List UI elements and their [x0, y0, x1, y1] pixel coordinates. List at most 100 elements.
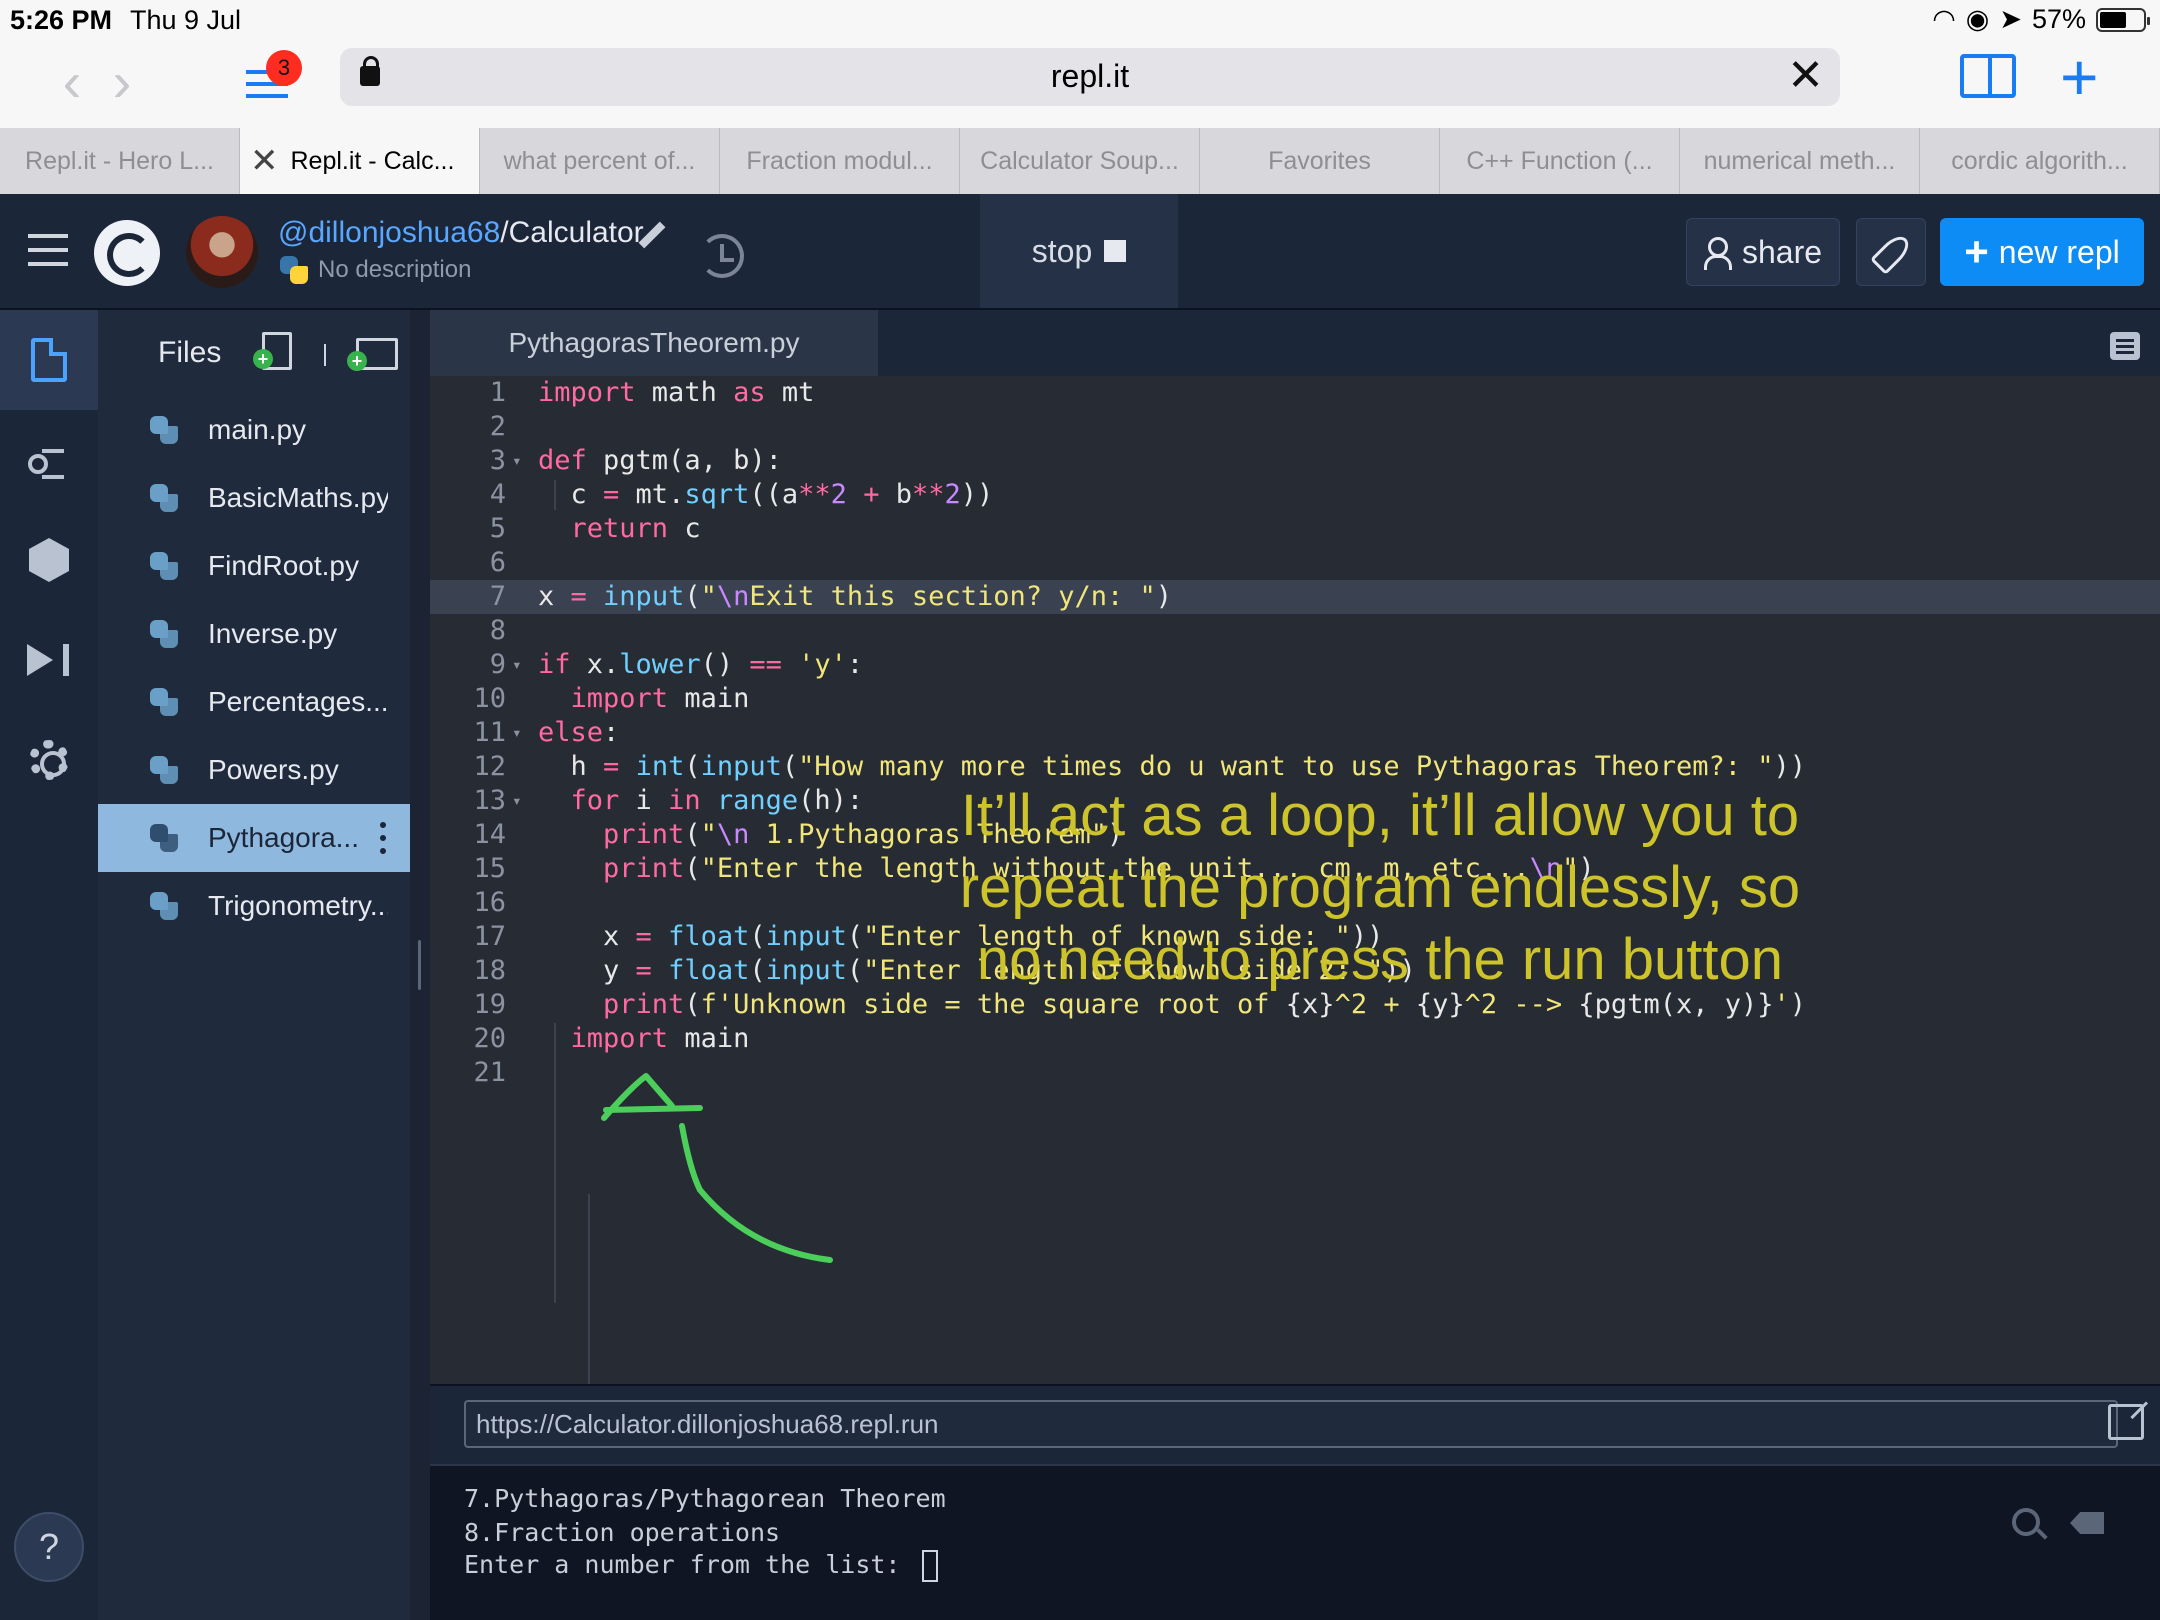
- search-icon[interactable]: [2012, 1508, 2040, 1536]
- book-icon[interactable]: [1960, 54, 2016, 98]
- browser-tab[interactable]: Favorites: [1200, 128, 1440, 194]
- sidebar-item-settings[interactable]: [0, 710, 98, 810]
- browser-tab[interactable]: cordic algorith...: [1920, 128, 2160, 194]
- code-line[interactable]: 8: [430, 614, 2160, 648]
- tab-list-button[interactable]: 3: [240, 50, 302, 112]
- browser-tab-label: C++ Function (...: [1466, 146, 1653, 175]
- browser-tab-label: what percent of...: [503, 146, 696, 175]
- backspace-icon[interactable]: [2070, 1512, 2104, 1534]
- help-button[interactable]: ?: [14, 1512, 84, 1582]
- browser-tab[interactable]: Fraction modul...: [720, 128, 960, 194]
- repl-owner[interactable]: @dillonjoshua68: [278, 216, 500, 249]
- browser-tab[interactable]: what percent of...: [480, 128, 720, 194]
- browser-tab-label: Repl.it - Hero L...: [25, 146, 214, 175]
- package-icon: [29, 538, 69, 582]
- stop-button[interactable]: stop: [980, 194, 1178, 308]
- browser-tab[interactable]: numerical meth...: [1680, 128, 1920, 194]
- file-item[interactable]: Inverse.py: [98, 600, 410, 668]
- history-icon[interactable]: [700, 234, 744, 278]
- file-item[interactable]: Trigonometry...: [98, 872, 410, 940]
- code-line[interactable]: 3 ▾ def pgtm(a, b):: [430, 444, 2160, 478]
- python-file-icon: [150, 416, 178, 444]
- stop-square-icon: [1104, 240, 1127, 262]
- file-item[interactable]: FindRoot.py: [98, 532, 410, 600]
- close-icon[interactable]: ✕: [1787, 54, 1824, 98]
- console-cursor: [921, 1550, 938, 1582]
- status-time: 5:26 PM: [10, 5, 113, 35]
- new-tab-plus-icon[interactable]: +: [2060, 44, 2099, 110]
- pencil-icon[interactable]: [638, 222, 666, 250]
- code-line[interactable]: 4 c = mt.sqrt((a**2 + b**2)): [430, 478, 2160, 512]
- sidebar-item-files[interactable]: [0, 310, 98, 410]
- browser-tab-label: numerical meth...: [1703, 146, 1896, 175]
- console[interactable]: 7.Pythagoras/Pythagorean Theorem 8.Fract…: [430, 1464, 2160, 1620]
- console-prompt[interactable]: Enter a number from the list:: [464, 1550, 938, 1582]
- add-person-icon: [1703, 237, 1734, 270]
- file-name: Trigonometry...: [208, 890, 388, 921]
- console-toggle-icon[interactable]: [2110, 332, 2140, 360]
- editor-tab[interactable]: PythagorasTheorem.py: [430, 310, 878, 376]
- status-bar: 5:26 PM Thu 9 Jul ◠ ◉ ➤ 57%: [0, 0, 2160, 40]
- new-repl-label: new repl: [1998, 233, 2120, 270]
- code-line-active[interactable]: 7x = input("\nExit this section? y/n: "): [430, 580, 2160, 614]
- forward-icon[interactable]: ›: [92, 52, 152, 112]
- file-list: main.py BasicMaths.py FindRoot.py Invers…: [98, 396, 410, 940]
- replit-header: @dillonjoshua68/Calculator No descriptio…: [0, 194, 2160, 310]
- panel-resize-handle[interactable]: [418, 940, 421, 990]
- webview-url-input[interactable]: https://Calculator.dillonjoshua68.repl.r…: [464, 1400, 2118, 1448]
- sidebar-item-packages[interactable]: [0, 510, 98, 610]
- sidebar-item-version-control[interactable]: [0, 410, 98, 510]
- code-line[interactable]: 1 import math as mt: [430, 376, 2160, 410]
- python-file-icon: [150, 484, 178, 512]
- browser-tab[interactable]: C++ Function (...: [1440, 128, 1680, 194]
- file-item-active[interactable]: Pythagora...: [98, 804, 410, 872]
- more-options-icon[interactable]: [380, 822, 386, 854]
- share-button[interactable]: share: [1686, 218, 1840, 286]
- file-name: Inverse.py: [208, 618, 338, 649]
- close-tab-icon[interactable]: ✕: [250, 141, 279, 181]
- new-file-icon[interactable]: [253, 332, 292, 370]
- annotation-line: It’ll act as a loop, it’ll allow you to: [960, 783, 1800, 848]
- replit-logo-icon[interactable]: [94, 220, 160, 286]
- code-line[interactable]: 12 h = int(input("How many more times do…: [430, 750, 2160, 784]
- repl-name[interactable]: /Calculator: [500, 216, 643, 249]
- annotation-line: no need to press the run button: [976, 927, 1784, 992]
- code-line[interactable]: 20 import main: [430, 1022, 2160, 1056]
- browser-tab-label: Calculator Soup...: [980, 146, 1179, 175]
- external-link-icon[interactable]: [2108, 1404, 2144, 1440]
- rocket-icon[interactable]: [1856, 218, 1926, 286]
- file-icon: [31, 338, 67, 382]
- python-icon: [280, 256, 308, 284]
- location-icon: ➤: [1999, 4, 2022, 34]
- editor-tab-bar: PythagorasTheorem.py: [430, 310, 2160, 376]
- files-title: Files: [158, 336, 222, 369]
- code-line[interactable]: 9 ▾ if x.lower() == 'y':: [430, 648, 2160, 682]
- repl-title[interactable]: @dillonjoshua68/Calculator: [278, 216, 644, 250]
- sidebar-rail: ?: [0, 310, 98, 1620]
- file-name: main.py: [208, 414, 307, 445]
- file-item[interactable]: BasicMaths.py: [98, 464, 410, 532]
- browser-tab[interactable]: Repl.it - Hero L...: [0, 128, 240, 194]
- repl-description[interactable]: No description: [318, 256, 471, 284]
- avatar[interactable]: [186, 216, 258, 288]
- code-line[interactable]: 2: [430, 410, 2160, 444]
- browser-tab-active[interactable]: ✕ Repl.it - Calc...: [240, 128, 480, 194]
- orientation-lock-icon: ◉: [1965, 4, 1990, 34]
- code-line[interactable]: 11 ▾ else:: [430, 716, 2160, 750]
- file-item[interactable]: Percentages....: [98, 668, 410, 736]
- plus-icon: +: [1964, 228, 1989, 275]
- file-item[interactable]: main.py: [98, 396, 410, 464]
- address-bar[interactable]: repl.it ✕: [340, 48, 1840, 106]
- new-repl-button[interactable]: + new repl: [1940, 218, 2144, 286]
- code-line[interactable]: 10 import main: [430, 682, 2160, 716]
- new-folder-icon[interactable]: [347, 338, 398, 371]
- status-date: Thu 9 Jul: [130, 5, 242, 35]
- annotation-line: repeat the program endlessly, so: [959, 855, 1801, 920]
- browser-tab[interactable]: Calculator Soup...: [960, 128, 1200, 194]
- code-line[interactable]: 6: [430, 546, 2160, 580]
- code-line[interactable]: 5 return c: [430, 512, 2160, 546]
- sidebar-item-debugger[interactable]: [0, 610, 98, 710]
- python-file-icon: [150, 552, 178, 580]
- file-item[interactable]: Powers.py: [98, 736, 410, 804]
- menu-icon[interactable]: [28, 234, 68, 266]
